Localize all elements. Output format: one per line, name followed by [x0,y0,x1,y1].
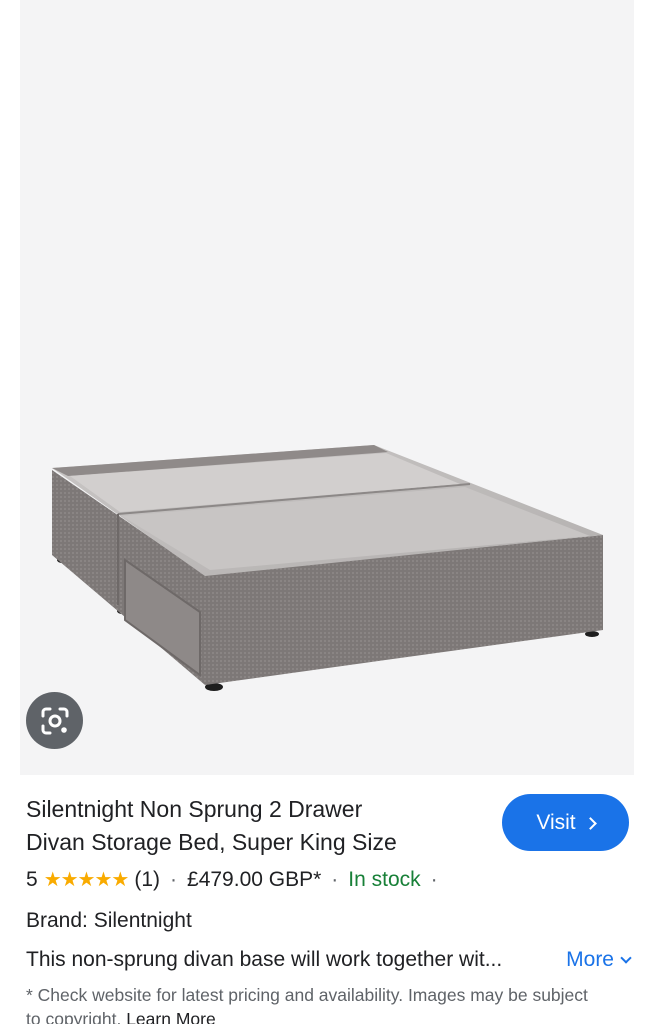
price: £479.00 GBP* [187,868,322,891]
more-button[interactable]: More [566,945,632,975]
product-meta-row: 5 ★★★★★ (1) · £479.00 GBP* · In stock · [26,866,448,894]
rating-value: 5 [26,868,38,891]
product-title-line1: Silentnight Non Sprung 2 Drawer [26,796,363,822]
availability-status: In stock [348,868,421,891]
visit-button-label: Visit [536,810,576,834]
separator: · [331,868,339,891]
product-info-panel: Silentnight Non Sprung 2 Drawer Divan St… [0,775,654,1024]
chevron-down-icon [620,951,632,964]
google-lens-icon [41,707,68,734]
separator: · [170,868,178,891]
product-description: This non-sprung divan base will work tog… [26,948,503,971]
product-image-area [0,0,654,775]
learn-more-link[interactable]: Learn More [126,1009,216,1024]
more-label: More [566,948,614,971]
star-icon: ★★★★★ [43,869,130,891]
product-title-line2: Divan Storage Bed, Super King Size [26,829,397,855]
chevron-right-icon [583,816,597,830]
google-lens-button[interactable] [26,692,83,749]
divan-bed-image [52,445,603,691]
product-brand: Brand: Silentnight [26,909,192,932]
review-count[interactable]: (1) [134,866,160,894]
disclaimer-text: * Check website for latest pricing and a… [26,985,588,1024]
separator: · [430,868,438,891]
disclaimer: * Check website for latest pricing and a… [26,983,606,1024]
product-title[interactable]: Silentnight Non Sprung 2 Drawer Divan St… [26,793,466,859]
description-row: This non-sprung divan base will work tog… [26,945,632,975]
visit-button[interactable]: Visit [502,794,629,851]
